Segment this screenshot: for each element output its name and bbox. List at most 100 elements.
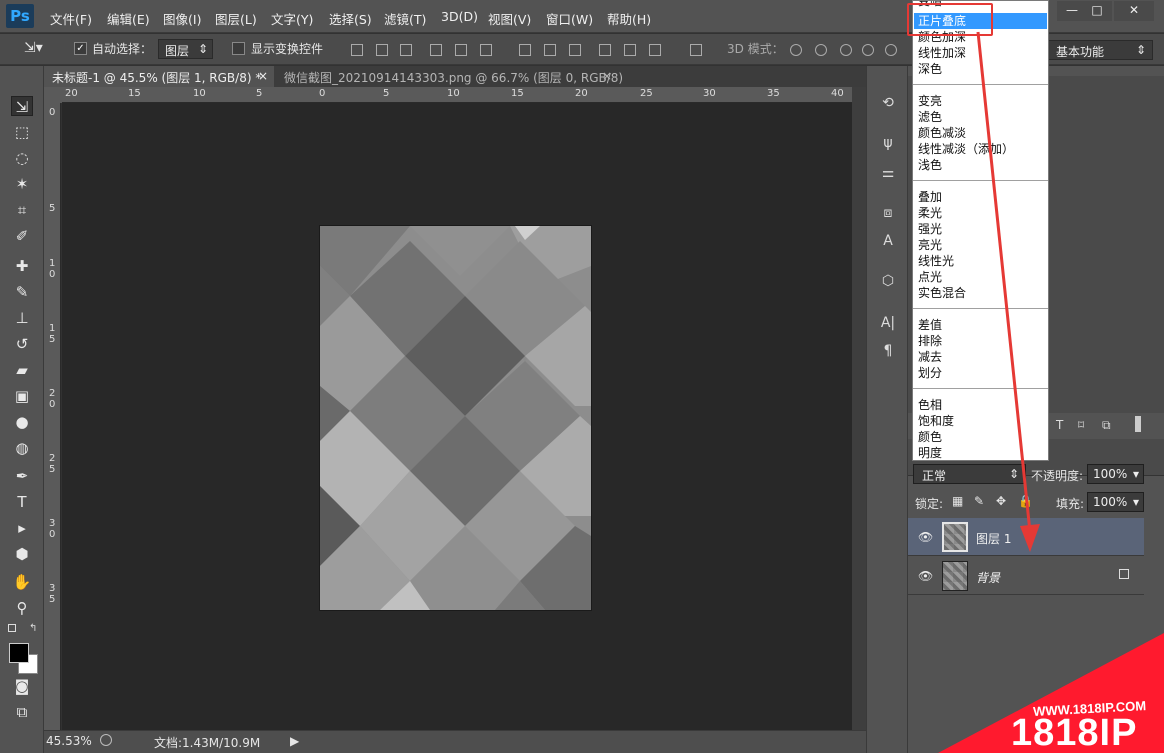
eyedropper-tool-icon[interactable]: ✐: [11, 226, 33, 246]
3d-panel-icon[interactable]: ⬡: [879, 272, 897, 290]
healing-brush-tool-icon[interactable]: ✚: [11, 256, 33, 276]
lock-transparent-icon[interactable]: ▦: [952, 494, 963, 508]
dodge-tool-icon[interactable]: ◍: [11, 438, 33, 458]
brush-tool-icon[interactable]: ✎: [11, 282, 33, 302]
blend-mode-option[interactable]: 排除: [914, 333, 1047, 349]
align-distribute-icon[interactable]: [690, 44, 702, 56]
eraser-tool-icon[interactable]: ▰: [11, 360, 33, 380]
align-distribute-icon[interactable]: [519, 44, 531, 56]
tool-presets-icon[interactable]: A: [879, 232, 897, 250]
align-distribute-icon[interactable]: [569, 44, 581, 56]
shape-tool-icon[interactable]: ⬢: [11, 544, 33, 564]
align-distribute-icon[interactable]: [455, 44, 467, 56]
fill-input[interactable]: 100% ▾: [1087, 492, 1144, 512]
menu-item[interactable]: 窗口(W): [546, 9, 593, 28]
menu-item[interactable]: 图层(L): [215, 9, 257, 28]
marquee-tool-icon[interactable]: ⬚: [11, 122, 33, 142]
align-distribute-icon[interactable]: [400, 44, 412, 56]
align-distribute-icon[interactable]: [430, 44, 442, 56]
clone-stamp-tool-icon[interactable]: ⊥: [11, 308, 33, 328]
lock-all-icon[interactable]: 🔒: [1018, 494, 1033, 508]
paragraph-panel-icon[interactable]: ¶: [879, 342, 897, 360]
ruler-origin[interactable]: [44, 87, 62, 103]
blend-mode-option[interactable]: 变亮: [914, 93, 1047, 109]
default-colors-icon[interactable]: [8, 624, 16, 632]
blur-tool-icon[interactable]: ●: [11, 412, 33, 432]
blend-mode-option[interactable]: 明度: [914, 445, 1047, 460]
shape-filter-icon[interactable]: ⌑: [1078, 418, 1084, 432]
menu-item[interactable]: 视图(V): [488, 9, 531, 28]
blend-mode-option[interactable]: 滤色: [914, 109, 1047, 125]
status-menu-arrow-icon[interactable]: ▶: [290, 734, 299, 748]
screen-mode-icon[interactable]: ⧉: [11, 702, 33, 722]
tab-screenshot[interactable]: 微信截图_20210914143303.png @ 66.7% (图层 0, R…: [276, 66, 623, 87]
align-distribute-icon[interactable]: [599, 44, 611, 56]
tab-untitled-1[interactable]: 未标题-1 @ 45.5% (图层 1, RGB/8) * ×: [44, 66, 274, 87]
blend-mode-option[interactable]: 浅色: [914, 157, 1047, 173]
menu-item[interactable]: 文件(F): [50, 9, 92, 28]
blend-mode-option[interactable]: 色相: [914, 397, 1047, 413]
zoom-level[interactable]: 45.53%: [46, 734, 92, 748]
align-distribute-icon[interactable]: [624, 44, 636, 56]
swap-colors-icon[interactable]: ↰: [29, 623, 37, 634]
foreground-color-swatch[interactable]: [9, 643, 29, 663]
auto-select-checkbox[interactable]: ✓: [74, 42, 87, 55]
move-tool-icon[interactable]: ⇲: [11, 96, 33, 116]
blend-mode-option[interactable]: 颜色减淡: [914, 125, 1047, 141]
align-distribute-icon[interactable]: [480, 44, 492, 56]
blend-mode-option[interactable]: 线性光: [914, 253, 1047, 269]
3d-mode-icon[interactable]: [862, 44, 874, 56]
blend-mode-option[interactable]: 差值: [914, 317, 1047, 333]
type-filter-icon[interactable]: T: [1056, 418, 1063, 432]
menu-item[interactable]: 图像(I): [163, 9, 201, 28]
blend-mode-option[interactable]: 强光: [914, 221, 1047, 237]
align-distribute-icon[interactable]: [544, 44, 556, 56]
chevron-down-icon[interactable]: ▾: [1133, 467, 1139, 481]
layer-row-background[interactable]: 👁 背景: [908, 557, 1144, 595]
zoom-tool-icon[interactable]: ⚲: [11, 598, 33, 618]
chevron-down-icon[interactable]: ▾: [1133, 495, 1139, 509]
blend-mode-option[interactable]: 深色: [914, 61, 1047, 77]
maximize-button[interactable]: □: [1082, 1, 1112, 21]
blend-mode-dropdown-list[interactable]: 变暗 正片叠底 颜色加深 线性加深 深色 变亮 滤色 颜色减淡 线性减淡（添加） 浅色 叠加 柔光 强光…: [912, 0, 1049, 461]
vertical-scrollbar[interactable]: [852, 87, 866, 730]
crop-tool-icon[interactable]: ⌗: [11, 200, 33, 220]
document-canvas[interactable]: [320, 226, 591, 610]
menu-item[interactable]: 滤镜(T): [384, 9, 426, 28]
menu-item[interactable]: 选择(S): [329, 9, 372, 28]
path-selection-tool-icon[interactable]: ▸: [11, 518, 33, 538]
brush-presets-icon[interactable]: ⚌: [879, 164, 897, 182]
character-panel-icon[interactable]: A|: [879, 314, 897, 332]
horizontal-ruler[interactable]: 20 15 10 5 0 5 10 15 20 25 30 35 40: [62, 87, 852, 103]
history-panel-icon[interactable]: ⟲: [879, 94, 897, 112]
align-distribute-icon[interactable]: [376, 44, 388, 56]
3d-mode-icon[interactable]: [790, 44, 802, 56]
blend-mode-option[interactable]: 线性加深: [914, 45, 1047, 61]
pen-tool-icon[interactable]: ✒: [11, 466, 33, 486]
visibility-eye-icon[interactable]: 👁: [918, 530, 933, 544]
blend-mode-option[interactable]: 饱和度: [914, 413, 1047, 429]
filter-toggle-icon[interactable]: [1135, 416, 1141, 432]
3d-mode-icon[interactable]: [840, 44, 852, 56]
menu-item[interactable]: 3D(D): [441, 9, 478, 24]
clone-source-icon[interactable]: ⧈: [879, 204, 897, 222]
menu-item[interactable]: 文字(Y): [271, 9, 313, 28]
history-brush-tool-icon[interactable]: ↺: [11, 334, 33, 354]
blend-mode-select[interactable]: 正常 ⇕: [913, 464, 1026, 484]
quick-mask-icon[interactable]: ◙: [11, 676, 33, 696]
close-button[interactable]: ✕: [1114, 1, 1154, 21]
gradient-tool-icon[interactable]: ▣: [11, 386, 33, 406]
move-tool-preset-icon[interactable]: ⇲▾: [24, 40, 43, 56]
close-tab-icon[interactable]: ×: [258, 69, 268, 83]
smart-object-filter-icon[interactable]: ⧉: [1102, 418, 1111, 433]
3d-mode-icon[interactable]: [885, 44, 897, 56]
lock-pixels-icon[interactable]: ✎: [974, 494, 984, 508]
blend-mode-option[interactable]: 叠加: [914, 189, 1047, 205]
blend-mode-option[interactable]: 亮光: [914, 237, 1047, 253]
vertical-ruler[interactable]: 0 5 1 0 1 5 2 0 2 5 3 0 3 5: [44, 103, 61, 730]
3d-mode-icon[interactable]: [815, 44, 827, 56]
align-distribute-icon[interactable]: [649, 44, 661, 56]
lasso-tool-icon[interactable]: ◌: [11, 148, 33, 168]
type-tool-icon[interactable]: T: [11, 492, 33, 512]
blend-mode-option[interactable]: 柔光: [914, 205, 1047, 221]
